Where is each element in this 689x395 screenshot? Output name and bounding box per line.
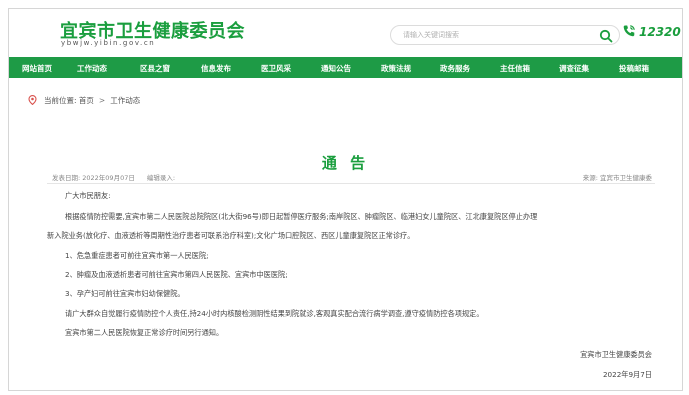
nav-item-gov-services[interactable]: 政务服务 bbox=[440, 63, 470, 74]
list-item-2: 2、肿瘤及血液透析患者可前往宜宾市第四人民医院、宜宾市中医医院; bbox=[65, 270, 288, 279]
search-box bbox=[390, 25, 620, 45]
list-item-3: 3、孕产妇可前往宜宾市妇幼保健院。 bbox=[65, 289, 185, 298]
hotline-number: 12320 bbox=[639, 25, 681, 39]
article-meta: 发表日期: 2022年09月07日 编辑录入: bbox=[52, 172, 187, 182]
article-source: 来源: 宜宾市卫生健康委 bbox=[582, 174, 652, 182]
hotline: 12320 bbox=[622, 24, 681, 39]
paragraph-2: 请广大群众自觉履行疫情防控个人责任,持24小时内核酸检测阴性结果到院就诊,客观真… bbox=[65, 309, 484, 318]
breadcrumb: 当前位置: 首页 > 工作动态 bbox=[28, 95, 140, 106]
article-title: 通 告 bbox=[321, 154, 370, 172]
paragraph-3: 宜宾市第二人民医院恢复正常诊疗时间另行通知。 bbox=[65, 328, 224, 337]
search-button[interactable] bbox=[599, 28, 613, 43]
location-icon bbox=[28, 95, 37, 105]
nav-item-policies[interactable]: 政策法规 bbox=[381, 63, 411, 74]
site-header: 宜宾市卫生健康委员会 ybwjw.yibin.gov.cn 12320 bbox=[9, 9, 682, 51]
publish-date: 发表日期: 2022年09月07日 bbox=[52, 174, 135, 182]
breadcrumb-current[interactable]: 工作动态 bbox=[110, 96, 140, 105]
editor-label: 编辑录入: bbox=[146, 174, 176, 182]
nav-item-notices[interactable]: 通知公告 bbox=[321, 63, 351, 74]
nav-item-director-mailbox[interactable]: 主任信箱 bbox=[500, 63, 530, 74]
signature-org: 宜宾市卫生健康委员会 bbox=[580, 350, 652, 359]
nav-item-info-release[interactable]: 信息发布 bbox=[201, 63, 231, 74]
search-icon bbox=[599, 29, 613, 43]
paragraph-1-line-2: 新入院业务(放化疗、血液透析等周期性治疗患者可联系治疗科室);文化广场口腔院区、… bbox=[47, 231, 415, 240]
page-frame: 宜宾市卫生健康委员会 ybwjw.yibin.gov.cn 12320 网站首页… bbox=[8, 8, 683, 391]
breadcrumb-prefix: 当前位置: bbox=[44, 96, 77, 105]
nav-item-work-news[interactable]: 工作动态 bbox=[77, 63, 107, 74]
nav-item-home[interactable]: 网站首页 bbox=[22, 63, 52, 74]
phone-icon bbox=[623, 25, 635, 37]
main-nav: 网站首页 工作动态 区县之窗 信息发布 医卫风采 通知公告 政策法规 政务服务 … bbox=[9, 57, 682, 78]
greeting: 广大市民朋友: bbox=[65, 191, 111, 200]
nav-item-submission-mail[interactable]: 投稿邮箱 bbox=[619, 63, 649, 74]
nav-item-medical-style[interactable]: 医卫风采 bbox=[261, 63, 291, 74]
site-domain: ybwjw.yibin.gov.cn bbox=[61, 39, 156, 47]
nav-item-surveys[interactable]: 调查征集 bbox=[559, 63, 589, 74]
list-item-1: 1、危急重症患者可前往宜宾市第一人民医院; bbox=[65, 251, 209, 260]
breadcrumb-home[interactable]: 首页 bbox=[79, 96, 94, 105]
nav-item-districts[interactable]: 区县之窗 bbox=[140, 63, 170, 74]
paragraph-1-line-1: 根据疫情防控需要,宜宾市第二人民医院总院院区(北大街96号)即日起暂停医疗服务;… bbox=[65, 212, 538, 221]
search-input[interactable] bbox=[403, 27, 583, 43]
meta-divider bbox=[47, 183, 655, 184]
breadcrumb-separator: > bbox=[98, 96, 106, 105]
signature-date: 2022年9月7日 bbox=[602, 370, 652, 379]
